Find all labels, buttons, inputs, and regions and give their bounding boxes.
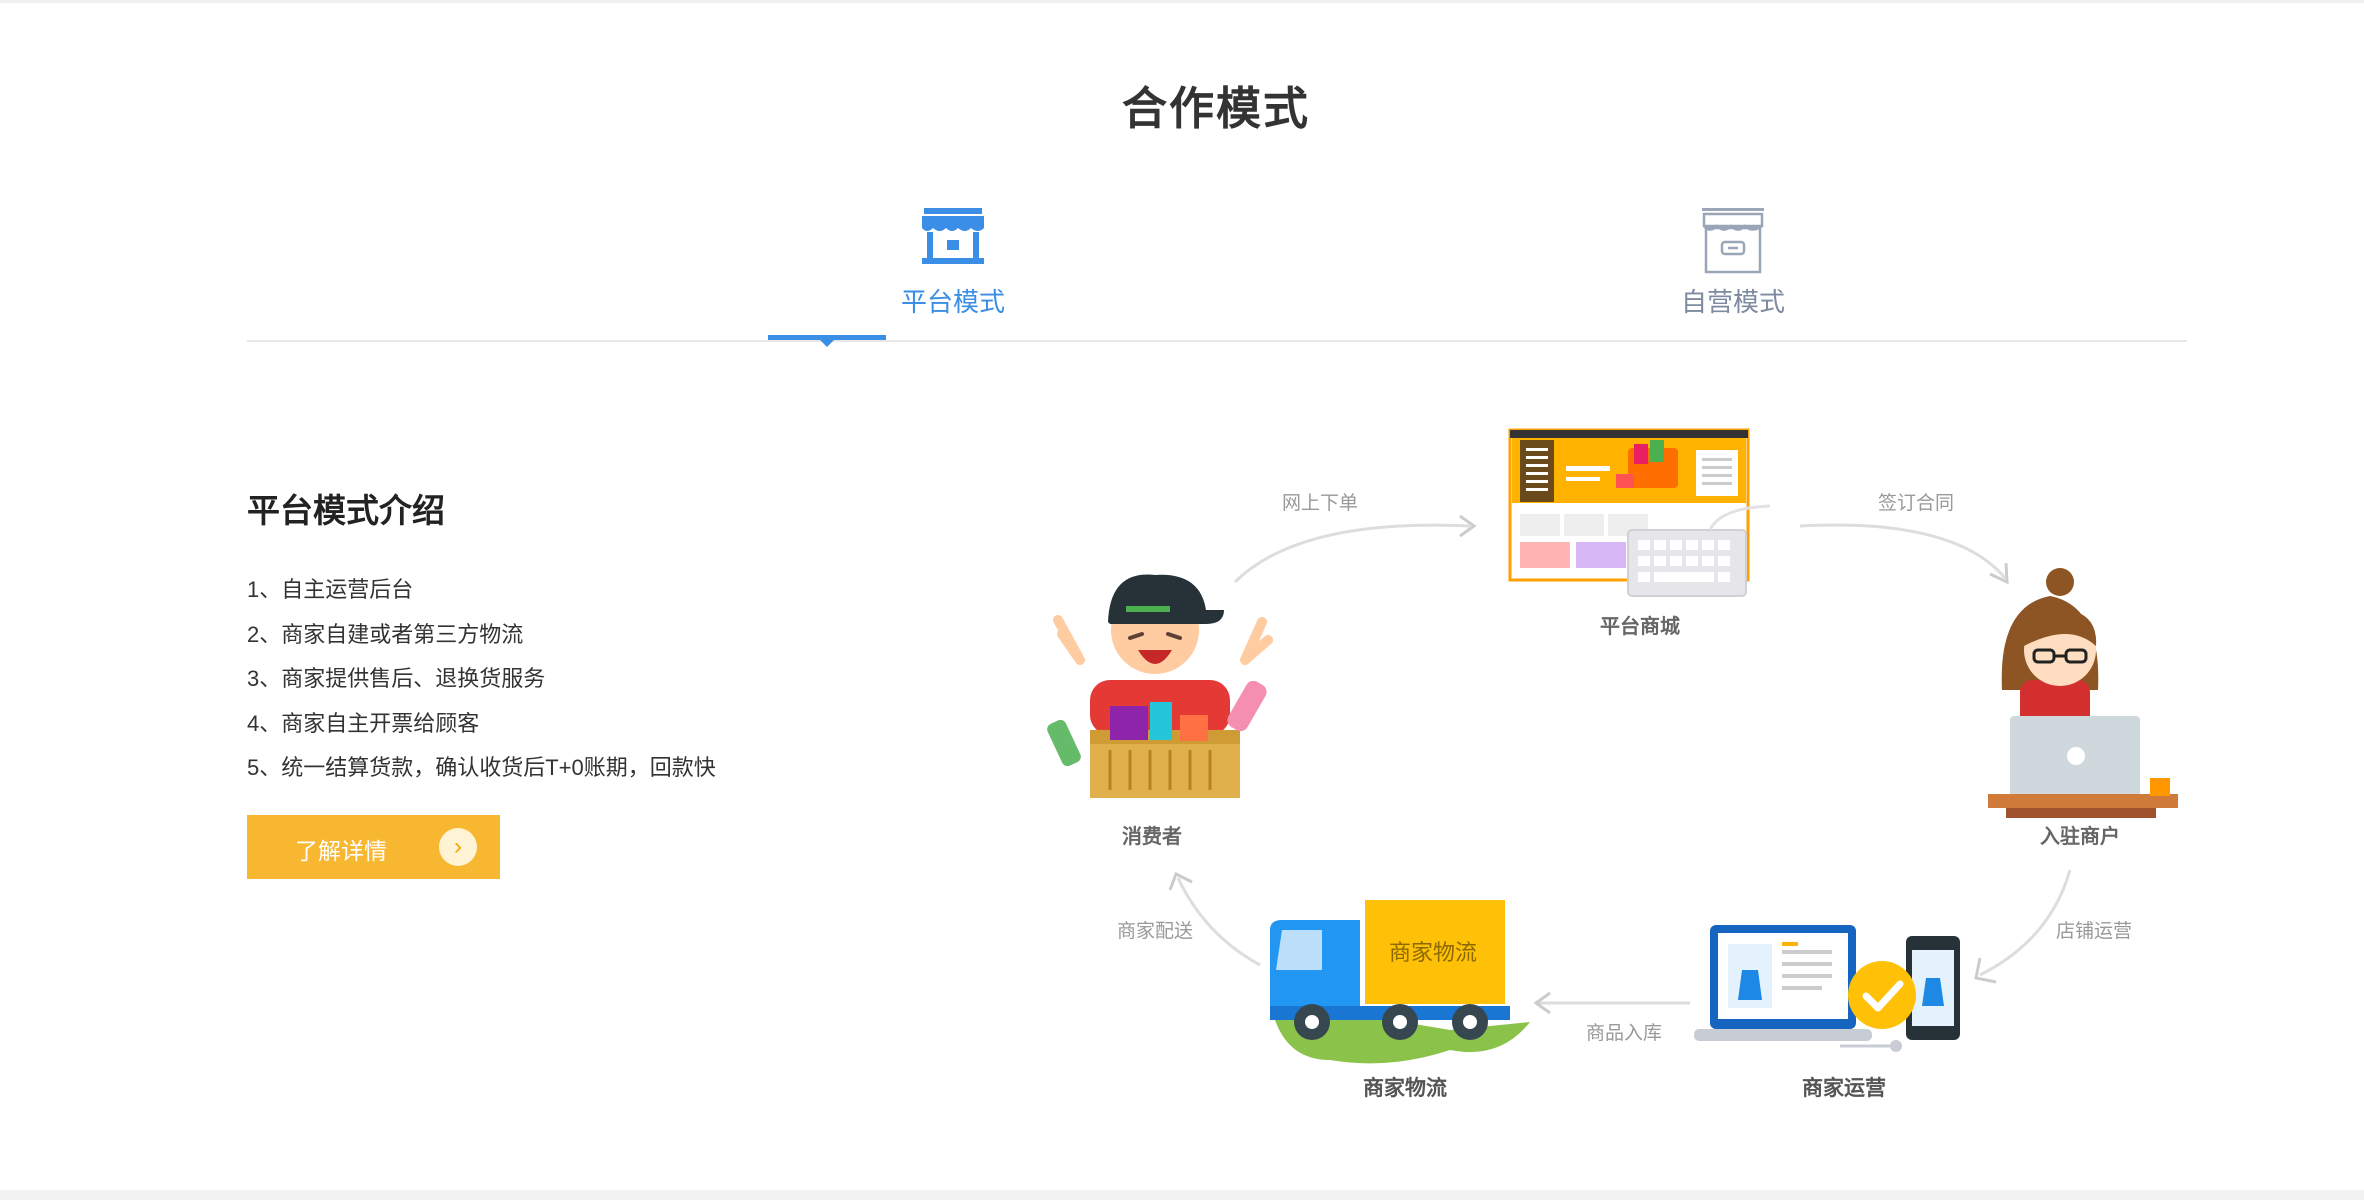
node-label-consumer: 消费者	[1122, 826, 1182, 848]
mode-tabs: 平台模式 自营模式	[247, 196, 2187, 347]
store-icon	[920, 206, 986, 271]
flow-label-delivery: 商家配送	[1117, 921, 1194, 942]
mall-screen-illustration	[1508, 428, 1771, 597]
node-label-operation: 商家运营	[1802, 1077, 1886, 1100]
consumer-illustration	[1047, 574, 1273, 798]
flow-illustration	[1047, 428, 2178, 1064]
flow-label-warehousing: 商品入库	[1586, 1023, 1663, 1044]
tab-platform-label: 平台模式	[900, 287, 1005, 317]
node-label-merchant: 入驻商户	[2040, 826, 2120, 848]
list-item: 4、商家自主开票给顾客	[247, 710, 480, 736]
active-tab-caret	[819, 339, 835, 347]
arrow-order	[1233, 523, 1471, 584]
list-item: 2、商家自建或者第三方物流	[247, 621, 524, 647]
truck-illustration	[1270, 900, 1530, 1064]
flow-label-store-ops: 店铺运营	[2056, 921, 2133, 942]
list-item: 3、商家提供售后、退换货服务	[247, 666, 546, 691]
flow-label-order: 网上下单	[1282, 493, 1359, 514]
bottom-divider	[0, 1190, 2364, 1200]
shop-box-icon	[1700, 206, 1766, 281]
tab-self-label: 自营模式	[1680, 287, 1785, 317]
section-title: 合作模式	[1121, 83, 1310, 134]
merchant-illustration	[1988, 568, 2178, 818]
top-border	[0, 0, 2364, 3]
learn-more-label: 了解详情	[295, 838, 387, 864]
operation-illustration	[1694, 925, 1960, 1052]
list-item: 5、统一结算货款，确认收货后T+0账期，回款快	[247, 755, 716, 780]
chevron-right-icon: ›	[439, 828, 477, 866]
truck-cargo-text: 商家物流	[1389, 940, 1478, 965]
learn-more-button[interactable]: 了解详情 ›	[247, 815, 500, 879]
tab-platform-mode[interactable]: 平台模式	[833, 196, 1073, 342]
platform-flow-diagram: 网上下单 签订合同 商家配送 店铺运营 商品入库 平台商城 消费者 入驻商户 商…	[1030, 410, 2210, 1110]
intro-list: 1、自主运营后台 2、商家自建或者第三方物流 3、商家提供售后、退换货服务 4、…	[247, 568, 716, 791]
node-label-logistics: 商家物流	[1363, 1077, 1447, 1100]
list-item: 1、自主运营后台	[247, 577, 414, 602]
flow-label-contract: 签订合同	[1878, 493, 1955, 514]
tab-self-mode[interactable]: 自营模式	[1613, 196, 1853, 342]
arrow-contract	[1799, 523, 2007, 579]
intro-title: 平台模式介绍	[247, 492, 445, 529]
node-label-mall: 平台商城	[1600, 616, 1680, 638]
